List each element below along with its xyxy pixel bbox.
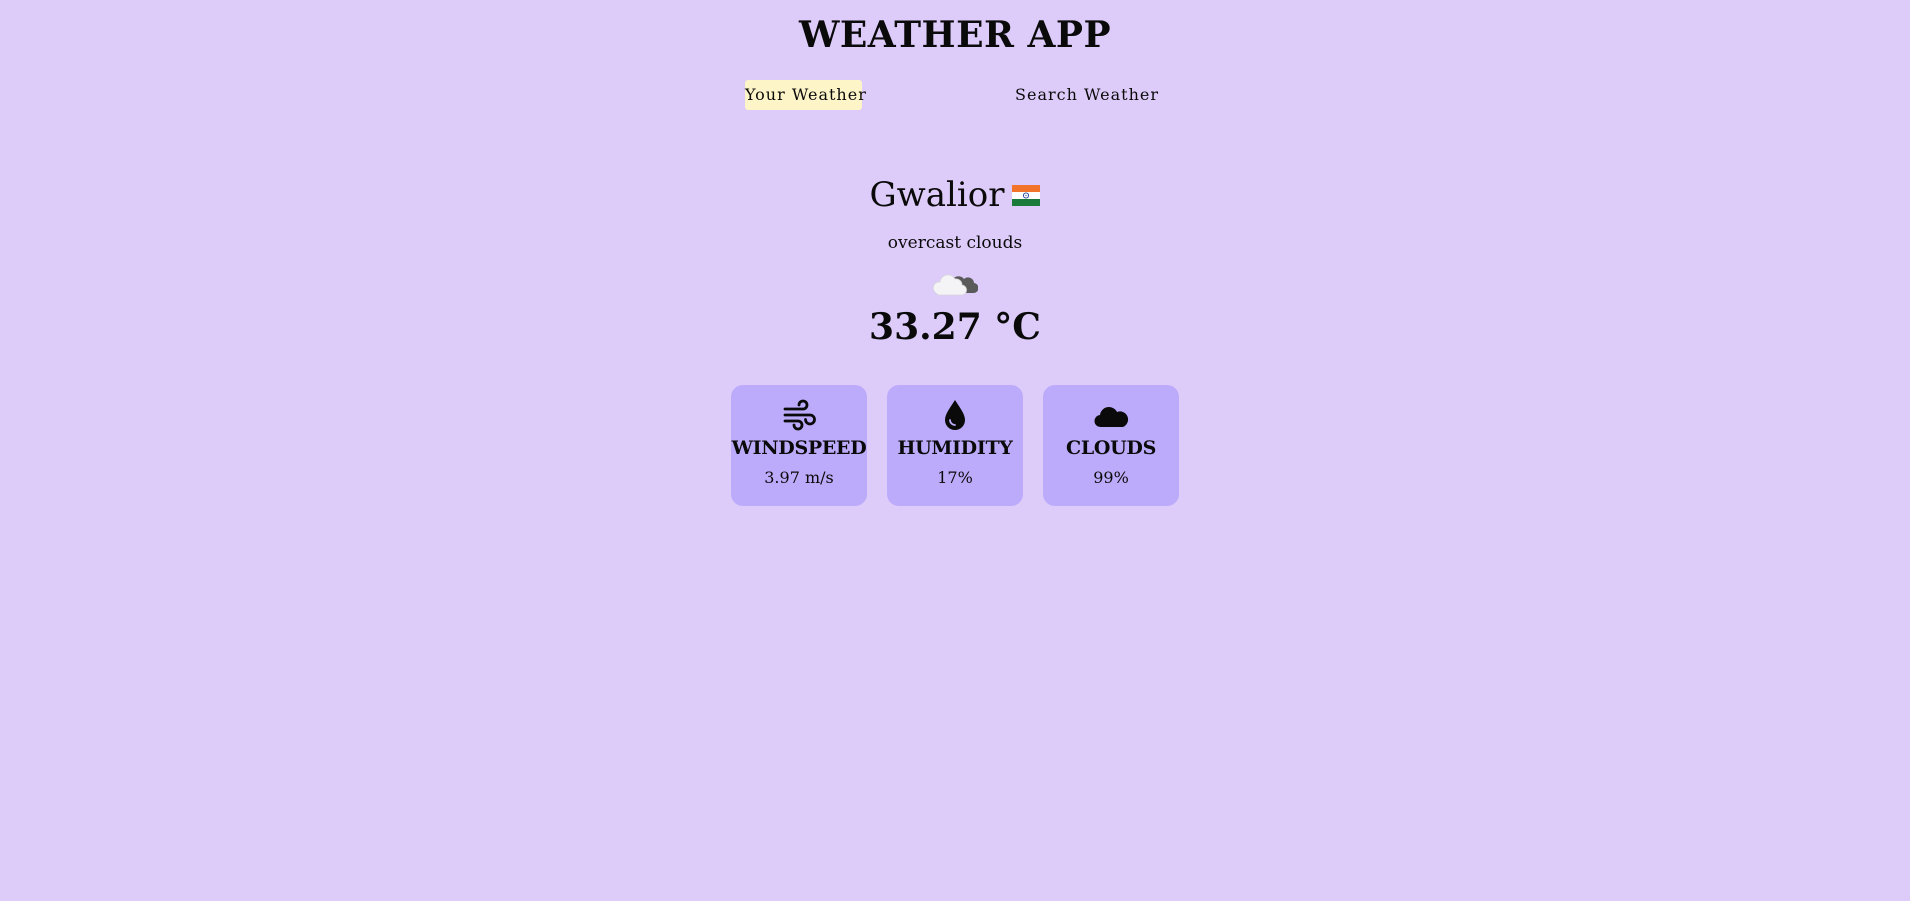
clouds-value: 99% <box>1093 468 1129 487</box>
windspeed-value: 3.97 m/s <box>764 468 834 487</box>
windspeed-label: WINDSPEED <box>731 437 867 459</box>
humidity-value: 17% <box>937 468 973 487</box>
weather-description: overcast clouds <box>887 233 1023 253</box>
india-flag-icon <box>1011 185 1040 206</box>
overcast-clouds-icon <box>932 274 978 296</box>
tab-your-weather[interactable]: Your Weather <box>745 80 866 110</box>
water-drop-icon <box>945 400 965 430</box>
humidity-label: HUMIDITY <box>897 437 1013 459</box>
humidity-card: HUMIDITY 17% <box>887 385 1023 506</box>
cloud-icon <box>1094 407 1129 428</box>
city-heading: Gwalior <box>0 170 1910 220</box>
temperature: 33.27 °C <box>869 306 1041 348</box>
tab-search-weather[interactable]: Search Weather <box>1010 80 1164 110</box>
clouds-label: CLOUDS <box>1066 437 1156 459</box>
windspeed-card: WINDSPEED 3.97 m/s <box>731 385 867 506</box>
clouds-card: CLOUDS 99% <box>1043 385 1179 506</box>
wind-icon <box>783 399 816 431</box>
city-name: Gwalior <box>869 175 1005 215</box>
app-title: WEATHER APP <box>798 14 1112 56</box>
